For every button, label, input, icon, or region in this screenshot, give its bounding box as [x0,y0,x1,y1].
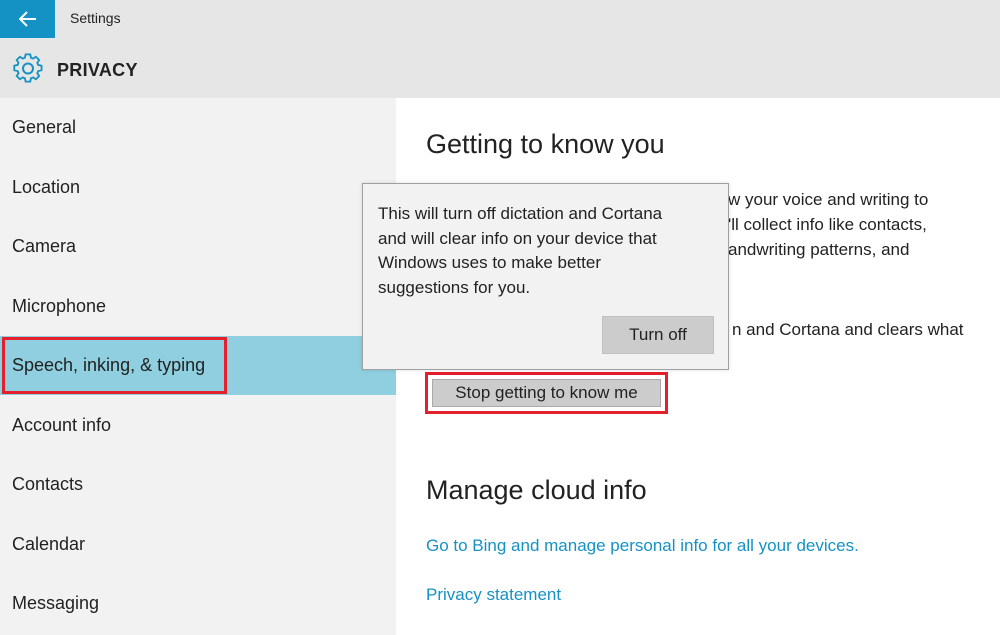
sidebar-item-speech-inking-typing[interactable]: Speech, inking, & typing [0,336,396,395]
sidebar-item-label: General [12,117,77,137]
stop-getting-to-know-me-button[interactable]: Stop getting to know me [432,379,661,407]
app-title: Settings [70,10,121,26]
bing-personal-info-link[interactable]: Go to Bing and manage personal info for … [426,536,859,556]
back-button[interactable] [0,0,55,38]
sidebar-item-label: Microphone [12,296,107,316]
sidebar-item-general[interactable]: General [0,98,396,157]
section-heading-manage-cloud-info: Manage cloud info [426,475,647,505]
description-text: w your voice and writing to [728,190,929,209]
sidebar-item-location[interactable]: Location [0,158,396,217]
description-text: andwriting patterns, and [728,240,910,259]
sidebar-item-camera[interactable]: Camera [0,217,396,276]
sidebar-item-label: Calendar [12,534,86,554]
description-text: n and Cortana and clears what [732,320,964,339]
page-header: PRIVACY [0,38,1000,98]
back-arrow-icon [18,11,36,27]
sidebar-item-label: Contacts [12,474,84,494]
sidebar-item-microphone[interactable]: Microphone [0,277,396,336]
sidebar-item-account-info[interactable]: Account info [0,396,396,455]
flyout-message-line: and will clear info on your device that [378,228,657,248]
sidebar-item-contacts[interactable]: Contacts [0,455,396,514]
flyout-message-line: Windows uses to make better [378,253,601,272]
confirmation-flyout: This will turn off dictation and Cortana… [362,183,729,370]
flyout-message: This will turn off dictation and Cortana… [378,202,718,300]
section-heading-getting-to-know-you: Getting to know you [426,129,665,159]
gear-icon [13,53,43,83]
sidebar: General Location Camera Microphone Speec… [0,98,396,635]
sidebar-item-label: Camera [12,236,77,256]
sidebar-item-label: Speech, inking, & typing [12,355,206,375]
stop-button-highlight: Stop getting to know me [425,372,668,414]
sidebar-item-messaging[interactable]: Messaging [0,574,396,633]
title-bar: Settings [0,0,1000,38]
sidebar-item-label: Location [12,177,81,197]
sidebar-item-label: Account info [12,415,112,435]
flyout-message-line: This will turn off dictation and Cortana [378,204,663,223]
turn-off-button[interactable]: Turn off [602,316,714,354]
description-text: 'll collect info like contacts, [728,215,927,234]
sidebar-item-label: Messaging [12,593,100,613]
sidebar-item-calendar[interactable]: Calendar [0,515,396,574]
page-title: PRIVACY [57,60,138,80]
flyout-message-line: suggestions for you. [378,277,531,297]
privacy-statement-link[interactable]: Privacy statement [426,585,561,605]
